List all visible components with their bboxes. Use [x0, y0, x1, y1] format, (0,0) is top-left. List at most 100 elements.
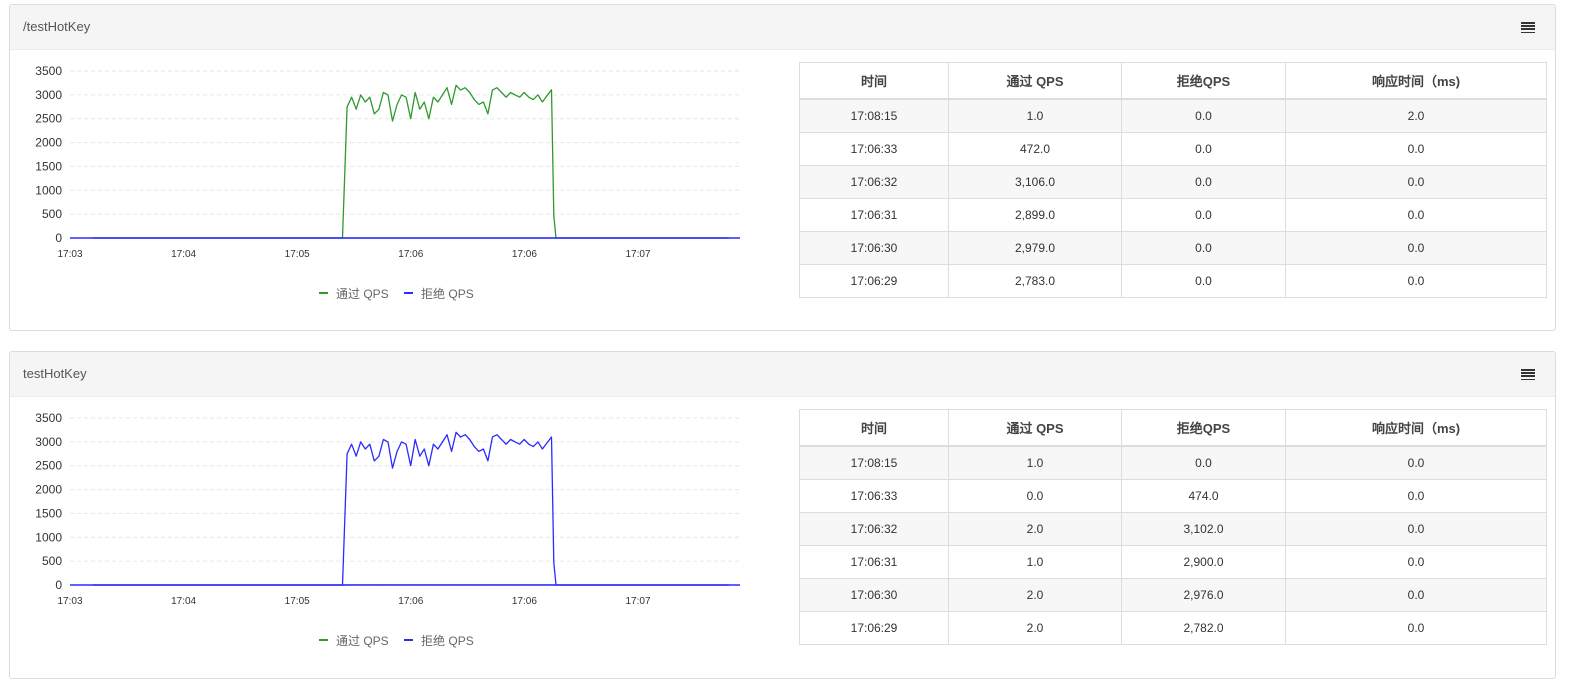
cell-block-qps: 0.0 — [1121, 198, 1286, 232]
qps-table: 时间 通过 QPS 拒绝QPS 响应时间（ms) 17:08:15 1.0 0.… — [799, 409, 1547, 645]
menu-icon[interactable] — [1521, 22, 1535, 34]
x-tick-label: 17:06 — [512, 249, 537, 260]
cell-pass-qps: 2,899.0 — [948, 198, 1122, 232]
chart-legend: 通过 QPS 拒绝 QPS — [319, 283, 486, 302]
column-header-rt[interactable]: 响应时间（ms) — [1285, 62, 1547, 100]
legend-label: 拒绝 QPS — [421, 633, 474, 648]
chart-legend: 通过 QPS 拒绝 QPS — [319, 630, 486, 649]
cell-time: 17:06:33 — [799, 479, 949, 513]
table-row: 17:06:30 2,979.0 0.0 0.0 — [799, 231, 1547, 265]
column-header-pass-qps[interactable]: 通过 QPS — [948, 62, 1122, 100]
y-tick-label: 1500 — [35, 506, 62, 520]
x-tick-label: 17:05 — [285, 596, 310, 607]
table-header-row: 时间 通过 QPS 拒绝QPS 响应时间（ms) — [799, 409, 1547, 447]
x-tick-label: 17:07 — [625, 596, 650, 607]
cell-time: 17:06:32 — [799, 165, 949, 199]
cell-rt: 0.0 — [1285, 578, 1547, 612]
x-tick-label: 17:06 — [512, 596, 537, 607]
cell-rt: 0.0 — [1285, 445, 1547, 480]
cell-rt: 2.0 — [1285, 98, 1547, 133]
y-tick-label: 3500 — [35, 411, 62, 425]
cell-block-qps: 2,782.0 — [1121, 611, 1286, 645]
qps-table: 时间 通过 QPS 拒绝QPS 响应时间（ms) 17:08:15 1.0 0.… — [799, 62, 1547, 298]
cell-pass-qps: 2.0 — [948, 611, 1122, 645]
table-row: 17:08:15 1.0 0.0 2.0 — [799, 98, 1547, 133]
cell-block-qps: 2,976.0 — [1121, 578, 1286, 612]
y-tick-label: 3000 — [35, 88, 62, 102]
legend-item-block-qps[interactable]: 拒绝 QPS — [404, 632, 474, 649]
cell-pass-qps: 2.0 — [948, 512, 1122, 546]
cell-rt: 0.0 — [1285, 545, 1547, 579]
cell-pass-qps: 1.0 — [948, 98, 1122, 133]
x-tick-label: 17:03 — [57, 249, 82, 260]
cell-pass-qps: 0.0 — [948, 479, 1122, 513]
legend-swatch — [319, 292, 328, 294]
cell-time: 17:06:30 — [799, 578, 949, 612]
y-tick-label: 3500 — [35, 64, 62, 78]
menu-icon[interactable] — [1521, 369, 1535, 381]
cell-time: 17:06:30 — [799, 231, 949, 265]
cell-rt: 0.0 — [1285, 264, 1547, 298]
cell-time: 17:06:29 — [799, 611, 949, 645]
panel-1: /testHotKey 0 500 1000 1500 2000 2500 3000 3500… — [9, 4, 1556, 331]
table-row: 17:06:31 1.0 2,900.0 0.0 — [799, 545, 1547, 579]
cell-time: 17:06:32 — [799, 512, 949, 546]
x-tick-label: 17:06 — [398, 249, 423, 260]
y-tick-label: 500 — [42, 207, 62, 221]
cell-rt: 0.0 — [1285, 198, 1547, 232]
table-row: 17:08:15 1.0 0.0 0.0 — [799, 445, 1547, 480]
cell-time: 17:06:31 — [799, 545, 949, 579]
cell-rt: 0.0 — [1285, 165, 1547, 199]
column-header-pass-qps[interactable]: 通过 QPS — [948, 409, 1122, 447]
column-header-block-qps[interactable]: 拒绝QPS — [1121, 62, 1286, 100]
cell-block-qps: 0.0 — [1121, 445, 1286, 480]
table-header-row: 时间 通过 QPS 拒绝QPS 响应时间（ms) — [799, 62, 1547, 100]
x-tick-label: 17:03 — [57, 596, 82, 607]
y-tick-label: 3000 — [35, 435, 62, 449]
cell-block-qps: 3,102.0 — [1121, 512, 1286, 546]
table-row: 17:06:33 472.0 0.0 0.0 — [799, 132, 1547, 166]
cell-pass-qps: 1.0 — [948, 445, 1122, 480]
y-tick-label: 1500 — [35, 159, 62, 173]
x-tick-label: 17:06 — [398, 596, 423, 607]
cell-pass-qps: 1.0 — [948, 545, 1122, 579]
series-line-0 — [92, 84, 729, 239]
column-header-time[interactable]: 时间 — [799, 409, 949, 447]
cell-pass-qps: 2,979.0 — [948, 231, 1122, 265]
legend-label: 通过 QPS — [336, 633, 389, 648]
qps-line-chart: 0 500 1000 1500 2000 2500 3000 3500 17:03 17:04 17… — [35, 411, 740, 607]
column-header-time[interactable]: 时间 — [799, 62, 949, 100]
x-tick-label: 17:04 — [171, 596, 196, 607]
cell-block-qps: 0.0 — [1121, 165, 1286, 199]
cell-rt: 0.0 — [1285, 231, 1547, 265]
panel-2: testHotKey 0 500 1000 1500 2000 2500 3000 3500 1… — [9, 351, 1556, 679]
cell-block-qps: 0.0 — [1121, 132, 1286, 166]
cell-time: 17:06:29 — [799, 264, 949, 298]
legend-swatch — [319, 639, 328, 641]
cell-time: 17:08:15 — [799, 98, 949, 133]
cell-pass-qps: 2,783.0 — [948, 264, 1122, 298]
cell-block-qps: 0.0 — [1121, 98, 1286, 133]
cell-rt: 0.0 — [1285, 479, 1547, 513]
column-header-rt[interactable]: 响应时间（ms) — [1285, 409, 1547, 447]
y-tick-label: 1000 — [35, 183, 62, 197]
legend-item-pass-qps[interactable]: 通过 QPS — [319, 285, 389, 302]
table-row: 17:06:29 2.0 2,782.0 0.0 — [799, 611, 1547, 645]
y-tick-label: 2500 — [35, 112, 62, 126]
legend-item-pass-qps[interactable]: 通过 QPS — [319, 632, 389, 649]
table-row: 17:06:29 2,783.0 0.0 0.0 — [799, 264, 1547, 298]
legend-label: 拒绝 QPS — [421, 286, 474, 301]
column-header-block-qps[interactable]: 拒绝QPS — [1121, 409, 1286, 447]
cell-time: 17:06:31 — [799, 198, 949, 232]
cell-rt: 0.0 — [1285, 512, 1547, 546]
table-row: 17:06:30 2.0 2,976.0 0.0 — [799, 578, 1547, 612]
y-tick-label: 0 — [55, 231, 62, 245]
table-row: 17:06:31 2,899.0 0.0 0.0 — [799, 198, 1547, 232]
legend-item-block-qps[interactable]: 拒绝 QPS — [404, 285, 474, 302]
cell-block-qps: 474.0 — [1121, 479, 1286, 513]
table-row: 17:06:32 2.0 3,102.0 0.0 — [799, 512, 1547, 546]
y-tick-label: 0 — [55, 578, 62, 592]
cell-block-qps: 0.0 — [1121, 231, 1286, 265]
cell-rt: 0.0 — [1285, 611, 1547, 645]
x-tick-label: 17:04 — [171, 249, 196, 260]
